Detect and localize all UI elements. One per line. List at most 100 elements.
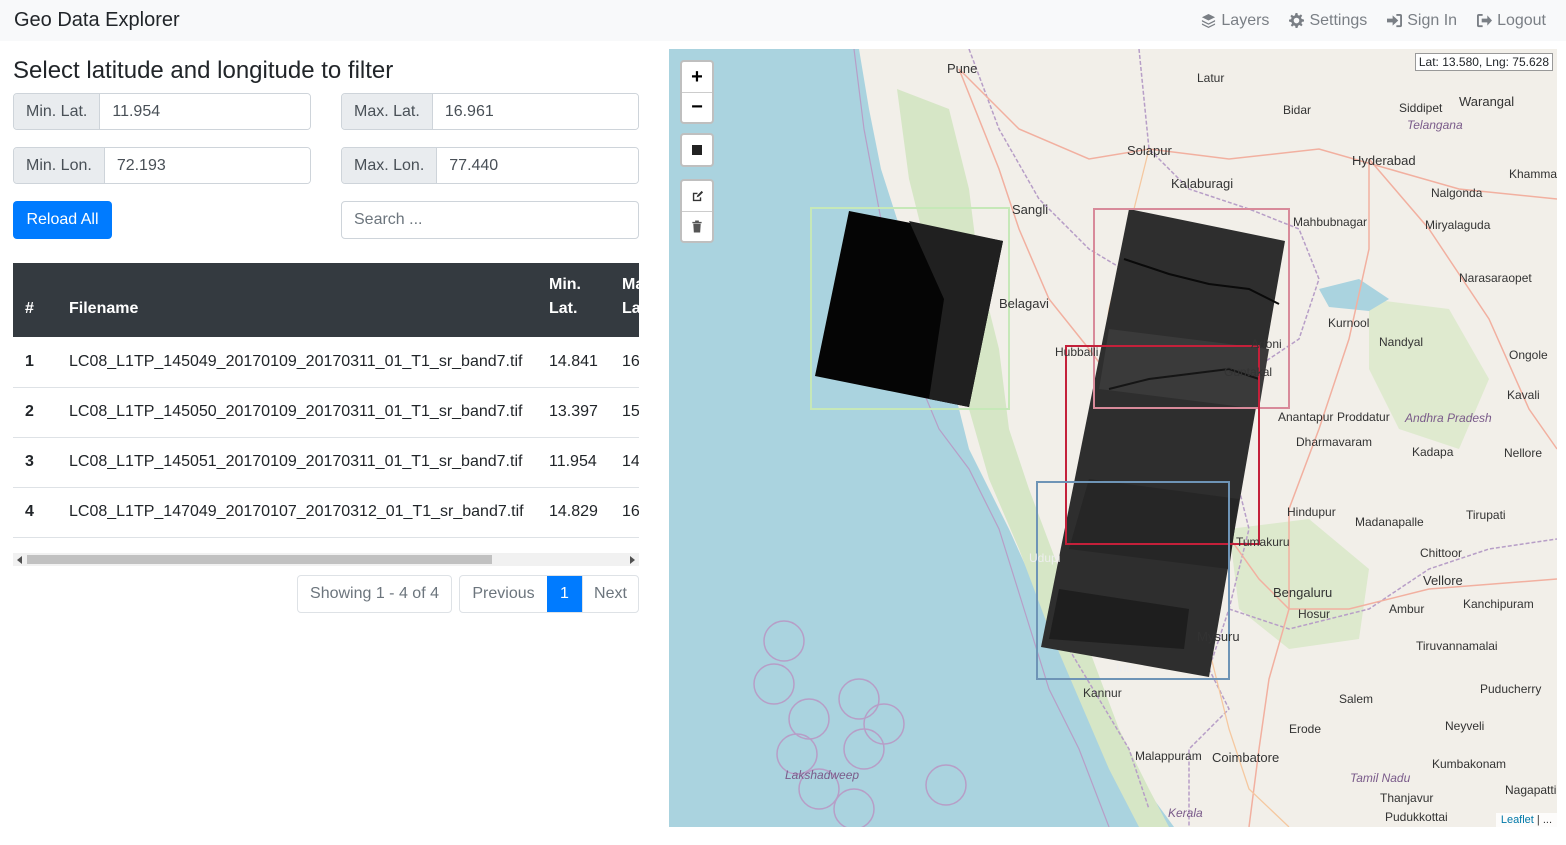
col-header-max-lat[interactable]: Max. Lat. xyxy=(610,263,639,337)
draw-rectangle-button[interactable] xyxy=(682,135,712,165)
min-lon-input[interactable]: 72.193 xyxy=(104,148,310,183)
logout-icon xyxy=(1477,13,1493,28)
row-max-lat: 16.948 xyxy=(610,487,639,538)
edit-layers-button[interactable] xyxy=(682,181,712,211)
zoom-in-button[interactable]: + xyxy=(682,62,712,92)
pagination-info: Showing 1 - 4 of 4 xyxy=(297,575,452,613)
results-table: # Filename Min. Lat. Max. Lat. 1 LC08_L1… xyxy=(13,263,639,538)
map-base-layer xyxy=(753,49,1557,827)
map-label-city: Guntakal xyxy=(1224,365,1273,379)
map-label-city: Kumbakonam xyxy=(1432,757,1507,771)
pagination-page-1[interactable]: 1 xyxy=(547,576,582,612)
row-min-lat: 14.841 xyxy=(537,337,610,388)
map-label-city: Mysuru xyxy=(1197,629,1240,644)
lakshadweep-islands xyxy=(753,620,967,827)
rectangle-icon xyxy=(692,145,702,155)
map-label-city: Dharmavaram xyxy=(1296,435,1373,449)
nav-sign-in[interactable]: Sign In xyxy=(1387,12,1457,30)
table-row[interactable]: 1 LC08_L1TP_145049_20170109_20170311_01_… xyxy=(13,337,639,388)
attribution-rest: | ... xyxy=(1533,814,1552,826)
map-label-city: Bidar xyxy=(1283,103,1312,117)
results-table-wrapper: # Filename Min. Lat. Max. Lat. 1 LC08_L1… xyxy=(13,263,639,553)
map-label-state: Kerala xyxy=(1168,806,1203,820)
max-lon-group: Max. Lon. 77.440 xyxy=(341,147,639,184)
map-label-city: Khammam xyxy=(1509,167,1557,181)
map-label-city: Solapur xyxy=(1127,143,1172,158)
nav-layers[interactable]: Layers xyxy=(1201,12,1269,30)
table-row[interactable]: 4 LC08_L1TP_147049_20170107_20170312_01_… xyxy=(13,487,639,538)
table-row[interactable]: 3 LC08_L1TP_145051_20170109_20170311_01_… xyxy=(13,437,639,488)
col-header-num[interactable]: # xyxy=(13,263,57,337)
map-label-city: Kalaburagi xyxy=(1171,176,1234,191)
sign-in-icon xyxy=(1387,13,1403,28)
max-lat-group: Max. Lat. 16.961 xyxy=(341,93,639,130)
map-label-city: Mahbubnagar xyxy=(1293,215,1368,229)
row-min-lat: 14.829 xyxy=(537,487,610,538)
max-lon-input[interactable]: 77.440 xyxy=(437,148,638,183)
leaflet-link[interactable]: Leaflet xyxy=(1501,814,1534,826)
brand-title[interactable]: Geo Data Explorer xyxy=(14,9,180,32)
max-lat-input[interactable]: 16.961 xyxy=(432,94,638,129)
delete-layers-button[interactable] xyxy=(682,211,712,241)
map-label-state: Lakshadweep xyxy=(785,768,860,782)
map-label-city: Pune xyxy=(947,61,978,76)
zoom-control: + − xyxy=(680,60,714,124)
nav-settings[interactable]: Settings xyxy=(1289,12,1367,30)
map-label-city: Iritty xyxy=(1116,661,1139,675)
row-filename: LC08_L1TP_145051_20170109_20170311_01_T1… xyxy=(57,437,537,488)
nav-links: Layers Settings Sign In Logout xyxy=(1201,12,1552,30)
map-label-city: Hubballi xyxy=(1055,345,1099,359)
map-label-city: Warangal xyxy=(1459,94,1515,109)
zoom-out-button[interactable]: − xyxy=(682,92,712,122)
scroll-right-arrow-icon[interactable] xyxy=(630,556,635,564)
row-max-lat: 14.074 xyxy=(610,437,639,488)
map-label-state: Andhra Pradesh xyxy=(1405,411,1492,425)
scroll-left-arrow-icon[interactable] xyxy=(17,556,22,564)
nav-logout[interactable]: Logout xyxy=(1477,12,1546,30)
map-label-city: Chittoor xyxy=(1420,546,1463,560)
pagination-previous[interactable]: Previous xyxy=(460,576,547,612)
min-lon-group: Min. Lon. 72.193 xyxy=(13,147,311,184)
search-input[interactable]: Search ... xyxy=(341,201,639,239)
map-label-city: Siddipet xyxy=(1399,101,1443,115)
nav-layers-label: Layers xyxy=(1221,11,1270,29)
map-label-city: Nalgonda xyxy=(1431,186,1483,200)
map-label-city: Tiruvannamalai xyxy=(1416,639,1498,653)
pagination-next[interactable]: Next xyxy=(582,576,638,612)
map-label-city: Belagavi xyxy=(999,296,1049,311)
map-label-city: Neyveli xyxy=(1445,719,1485,733)
row-num: 1 xyxy=(13,337,57,388)
map-label-city: Hyderabad xyxy=(1352,153,1416,168)
draw-rectangle-control xyxy=(680,133,714,167)
map-label-city: Coimbatore xyxy=(1212,750,1280,765)
filter-heading: Select latitude and longitude to filter xyxy=(13,57,394,84)
table-horizontal-scrollbar[interactable] xyxy=(13,553,639,566)
min-lat-input[interactable]: 11.954 xyxy=(100,94,310,129)
min-lat-label: Min. Lat. xyxy=(14,94,101,129)
map[interactable]: Pune Latur Warangal Bidar Siddipet Solap… xyxy=(669,49,1557,827)
map-label-city: Madanapalle xyxy=(1355,515,1424,529)
map-label-city: Latur xyxy=(1197,71,1225,85)
reload-all-button[interactable]: Reload All xyxy=(13,201,112,239)
map-label-city: Tumakuru xyxy=(1236,535,1290,549)
col-header-filename[interactable]: Filename xyxy=(57,263,537,337)
coordinate-display: Lat: 13.580, Lng: 75.628 xyxy=(1414,53,1553,71)
map-label-city: Bengaluru xyxy=(1273,585,1333,600)
row-num: 3 xyxy=(13,437,57,488)
map-label-city: Hindupur xyxy=(1287,505,1336,519)
max-lat-label: Max. Lat. xyxy=(342,94,433,129)
navbar: Geo Data Explorer Layers Settings Sign I… xyxy=(0,0,1566,41)
row-filename: LC08_L1TP_147049_20170107_20170312_01_T1… xyxy=(57,487,537,538)
map-label-city: Thanjavur xyxy=(1380,791,1434,805)
map-label-city: Nagapatti xyxy=(1505,783,1557,797)
row-max-lat: 15.518 xyxy=(610,387,639,438)
map-label-city: Erode xyxy=(1289,722,1322,736)
map-label-city: Ongole xyxy=(1509,348,1548,362)
map-label-city: Kadapa xyxy=(1412,445,1454,459)
col-header-min-lat[interactable]: Min. Lat. xyxy=(537,263,610,337)
table-header-row: # Filename Min. Lat. Max. Lat. xyxy=(13,263,639,337)
nav-settings-label: Settings xyxy=(1309,11,1368,29)
scrollbar-thumb[interactable] xyxy=(27,555,492,564)
table-row[interactable]: 2 LC08_L1TP_145050_20170109_20170311_01_… xyxy=(13,387,639,438)
map-label-city: Proddatur xyxy=(1337,410,1390,424)
